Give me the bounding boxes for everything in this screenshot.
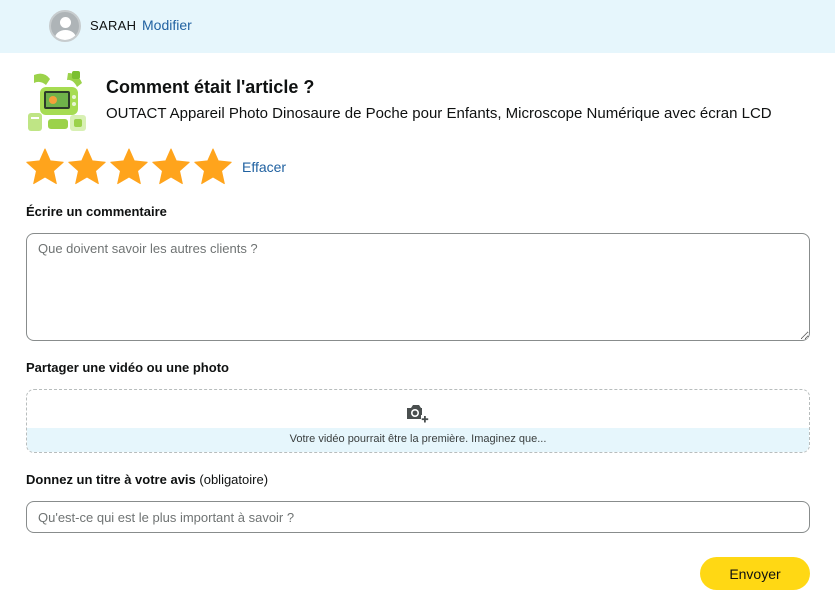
clear-rating-link[interactable]: Effacer: [242, 159, 286, 175]
profile-bar: SARAH Modifier: [0, 0, 835, 53]
review-title-label-text: Donnez un titre à votre avis: [26, 472, 196, 487]
star-icon[interactable]: [25, 147, 65, 187]
comment-label: Écrire un commentaire: [26, 204, 167, 219]
product-name: OUTACT Appareil Photo Dinosaure de Poche…: [106, 105, 772, 122]
camera-plus-icon: [407, 405, 429, 423]
star-icon[interactable]: [67, 147, 107, 187]
media-label: Partager une vidéo ou une photo: [26, 360, 229, 375]
star-icon[interactable]: [193, 147, 233, 187]
required-note: (obligatoire): [199, 472, 269, 487]
submit-button[interactable]: Envoyer: [700, 557, 810, 590]
product-thumbnail: [26, 69, 90, 133]
star-icon[interactable]: [109, 147, 149, 187]
avatar-icon: [49, 10, 81, 42]
star-rating[interactable]: [25, 147, 233, 187]
username: SARAH: [90, 18, 137, 33]
comment-textarea[interactable]: [26, 233, 810, 341]
modify-profile-link[interactable]: Modifier: [142, 17, 192, 33]
star-icon[interactable]: [151, 147, 191, 187]
review-title-label: Donnez un titre à votre avis (obligatoir…: [26, 472, 268, 487]
review-question-title: Comment était l'article ?: [106, 77, 315, 97]
media-upload-zone[interactable]: Votre vidéo pourrait être la première. I…: [26, 389, 810, 453]
review-title-input[interactable]: [26, 501, 810, 533]
media-upload-hint: Votre vidéo pourrait être la première. I…: [27, 428, 809, 452]
